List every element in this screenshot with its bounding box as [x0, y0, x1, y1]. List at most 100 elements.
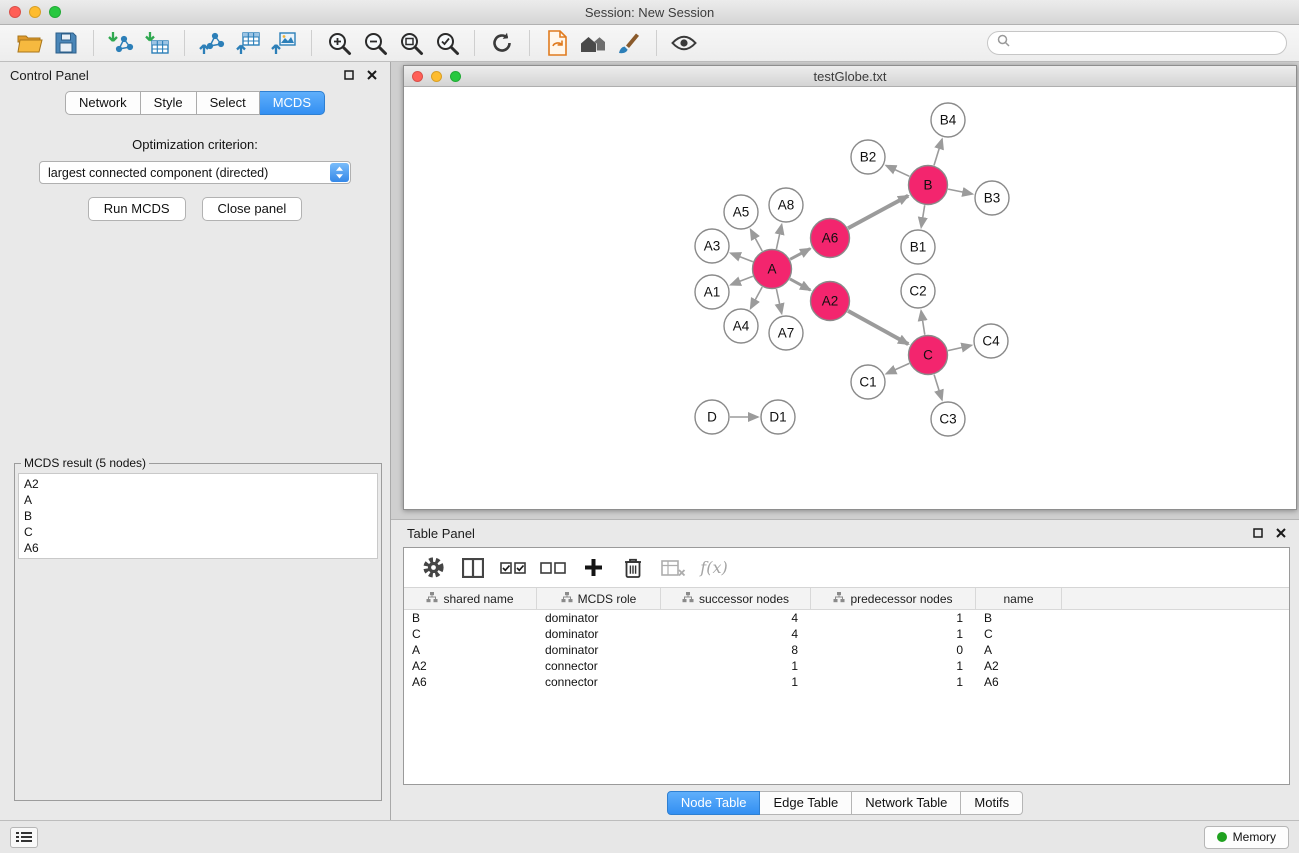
tab-select[interactable]: Select — [197, 91, 260, 115]
graph-node-C4[interactable]: C4 — [974, 324, 1008, 358]
graph-edge-A2-C[interactable] — [848, 311, 908, 344]
graph-node-C2[interactable]: C2 — [901, 274, 935, 308]
task-history-button[interactable] — [10, 827, 38, 848]
cell-shared-name[interactable]: A — [404, 642, 537, 658]
graph-node-A7[interactable]: A7 — [769, 316, 803, 350]
graph-edge-A-A8[interactable] — [776, 225, 781, 250]
cell-mcds-role[interactable]: dominator — [537, 642, 661, 658]
graph-node-D[interactable]: D — [695, 400, 729, 434]
unselect-all-columns-icon[interactable] — [538, 554, 568, 582]
graph-edge-A6-B[interactable] — [848, 196, 908, 229]
network-window-titlebar[interactable]: testGlobe.txt — [404, 66, 1296, 87]
zoom-out-icon[interactable] — [357, 29, 393, 57]
graph-node-B2[interactable]: B2 — [851, 140, 885, 174]
close-window-button[interactable] — [9, 6, 21, 18]
table-row[interactable]: B dominator 4 1 B — [404, 610, 1289, 626]
memory-button[interactable]: Memory — [1204, 826, 1289, 849]
graph-edge-C-C3[interactable] — [934, 375, 942, 400]
graph-node-B1[interactable]: B1 — [901, 230, 935, 264]
cell-mcds-role[interactable]: dominator — [537, 610, 661, 626]
graph-edge-A-A3[interactable] — [731, 253, 753, 262]
graph-node-A6[interactable]: A6 — [811, 219, 850, 258]
tab-network[interactable]: Network — [65, 91, 141, 115]
cell-name[interactable]: A6 — [976, 674, 1062, 690]
export-network-icon[interactable] — [194, 29, 230, 57]
zoom-selected-icon[interactable] — [429, 29, 465, 57]
cell-mcds-role[interactable]: connector — [537, 674, 661, 690]
cell-predecessor-nodes[interactable]: 0 — [811, 642, 976, 658]
search-input[interactable] — [1015, 36, 1277, 50]
close-panel-button[interactable]: Close panel — [202, 197, 303, 221]
tab-network-table[interactable]: Network Table — [852, 791, 961, 815]
graph-node-A[interactable]: A — [753, 250, 792, 289]
graph-node-B[interactable]: B — [909, 166, 948, 205]
cell-successor-nodes[interactable]: 1 — [661, 658, 811, 674]
show-columns-icon[interactable] — [458, 554, 488, 582]
cell-predecessor-nodes[interactable]: 1 — [811, 658, 976, 674]
network-canvas[interactable]: B4B2BB3A8A5A6A3B1AC2A1A2A4A7C4CC1C3DD1 — [404, 87, 1296, 509]
table-row[interactable]: A6 connector 1 1 A6 — [404, 674, 1289, 690]
result-item[interactable]: C — [24, 524, 372, 540]
graph-edge-C-C4[interactable] — [948, 345, 972, 350]
table-row[interactable]: A dominator 8 0 A — [404, 642, 1289, 658]
cell-name[interactable]: B — [976, 610, 1062, 626]
graph-edge-B-B1[interactable] — [921, 205, 925, 227]
table-row[interactable]: A2 connector 1 1 A2 — [404, 658, 1289, 674]
network-graph[interactable]: B4B2BB3A8A5A6A3B1AC2A1A2A4A7C4CC1C3DD1 — [404, 87, 1296, 509]
create-column-plus-icon[interactable] — [578, 554, 608, 582]
open-session-icon[interactable] — [12, 29, 48, 57]
graph-node-C[interactable]: C — [909, 336, 948, 375]
close-panel-icon[interactable] — [364, 68, 380, 82]
result-item[interactable]: A — [24, 492, 372, 508]
zoom-fit-icon[interactable] — [393, 29, 429, 57]
graph-node-A3[interactable]: A3 — [695, 229, 729, 263]
close-table-panel-icon[interactable] — [1273, 526, 1289, 540]
cell-mcds-role[interactable]: dominator — [537, 626, 661, 642]
style-brush-icon[interactable] — [611, 29, 647, 57]
result-item[interactable]: A2 — [24, 476, 372, 492]
float-table-panel-icon[interactable] — [1250, 526, 1266, 540]
graph-edge-A-A1[interactable] — [731, 276, 753, 285]
cell-successor-nodes[interactable]: 4 — [661, 610, 811, 626]
cell-predecessor-nodes[interactable]: 1 — [811, 610, 976, 626]
maximize-window-button[interactable] — [49, 6, 61, 18]
graph-node-C3[interactable]: C3 — [931, 402, 965, 436]
graph-node-C1[interactable]: C1 — [851, 365, 885, 399]
maximize-network-button[interactable] — [450, 71, 461, 82]
cell-predecessor-nodes[interactable]: 1 — [811, 626, 976, 642]
tab-edge-table[interactable]: Edge Table — [760, 791, 852, 815]
result-item[interactable]: A6 — [24, 540, 372, 556]
zoom-in-icon[interactable] — [321, 29, 357, 57]
minimize-network-button[interactable] — [431, 71, 442, 82]
graph-edge-B-B3[interactable] — [948, 189, 972, 194]
cell-name[interactable]: A — [976, 642, 1062, 658]
import-table-icon[interactable] — [139, 29, 175, 57]
delete-table-icon[interactable] — [658, 554, 688, 582]
column-header-shared-name[interactable]: shared name — [404, 588, 537, 609]
cell-successor-nodes[interactable]: 4 — [661, 626, 811, 642]
save-session-icon[interactable] — [48, 29, 84, 57]
cell-shared-name[interactable]: A6 — [404, 674, 537, 690]
graph-edge-B-B4[interactable] — [934, 139, 942, 165]
result-item[interactable]: B — [24, 508, 372, 524]
refresh-icon[interactable] — [484, 29, 520, 57]
cell-mcds-role[interactable]: connector — [537, 658, 661, 674]
graph-node-A8[interactable]: A8 — [769, 188, 803, 222]
graph-node-A1[interactable]: A1 — [695, 275, 729, 309]
show-graphics-details-eye-icon[interactable] — [666, 29, 702, 57]
graph-edge-A-A5[interactable] — [751, 230, 763, 251]
run-mcds-button[interactable]: Run MCDS — [88, 197, 186, 221]
open-recent-file-icon[interactable] — [539, 29, 575, 57]
graph-edge-A-A2[interactable] — [790, 279, 810, 290]
mcds-result-list[interactable]: A2 A B C A6 — [18, 473, 378, 559]
graph-node-B3[interactable]: B3 — [975, 181, 1009, 215]
cell-successor-nodes[interactable]: 1 — [661, 674, 811, 690]
graph-node-A4[interactable]: A4 — [724, 309, 758, 343]
float-panel-icon[interactable] — [341, 68, 357, 82]
graph-edge-C-C1[interactable] — [886, 363, 909, 373]
tab-mcds[interactable]: MCDS — [260, 91, 325, 115]
graph-node-A2[interactable]: A2 — [811, 282, 850, 321]
table-settings-gear-icon[interactable] — [418, 554, 448, 582]
criterion-dropdown[interactable]: largest connected component (directed) — [39, 161, 351, 184]
cell-name[interactable]: C — [976, 626, 1062, 642]
